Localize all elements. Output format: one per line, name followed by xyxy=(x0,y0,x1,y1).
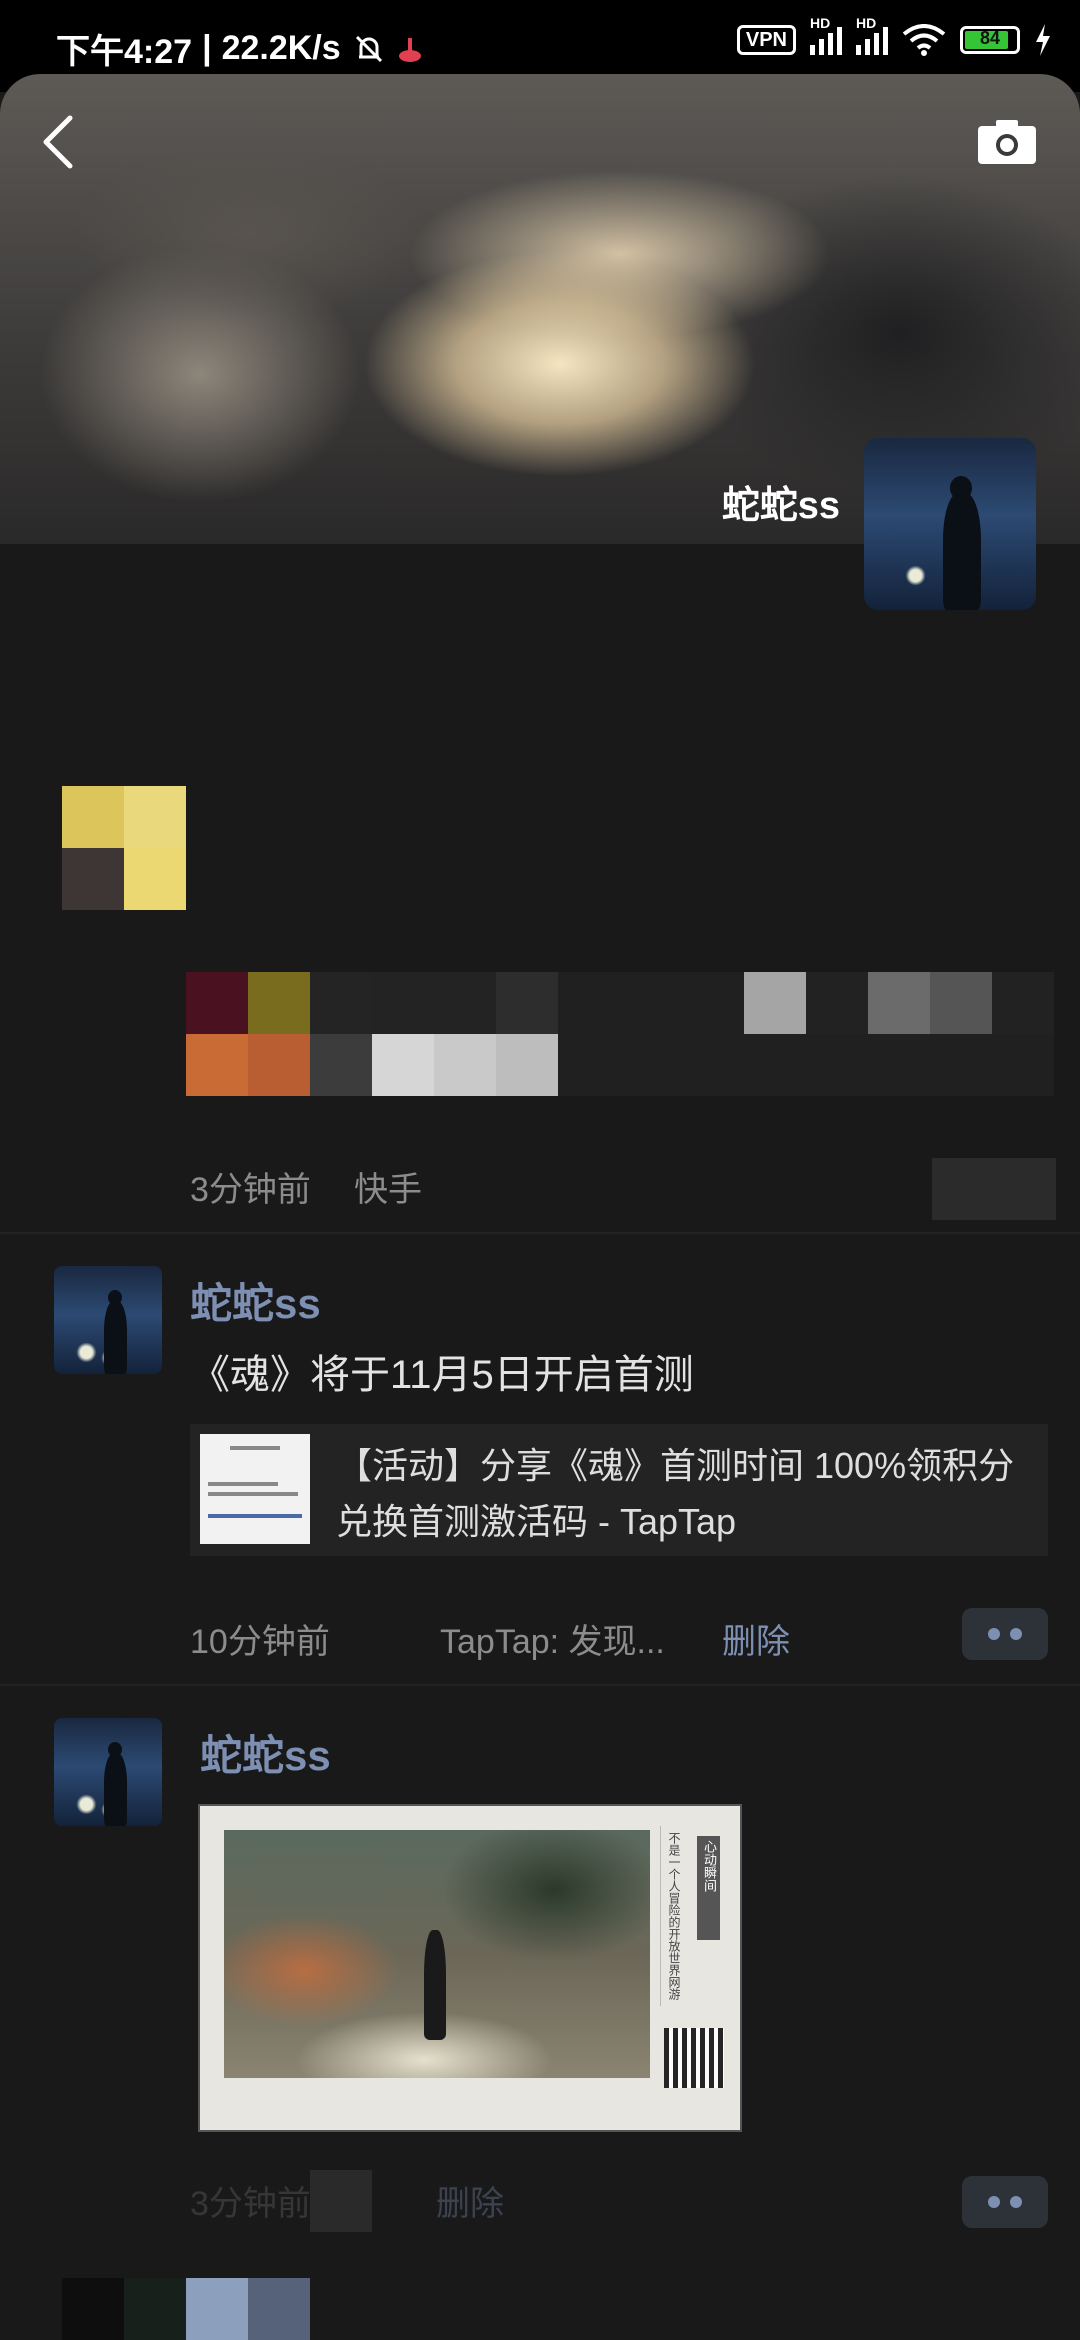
qr-code xyxy=(664,2028,724,2088)
hd-label-2: HD xyxy=(856,15,877,31)
status-separator: | xyxy=(202,29,212,67)
battery-level: 84 xyxy=(979,28,1001,48)
app-notification-icon xyxy=(398,37,421,62)
post-2-link-card[interactable]: 【活动】分享《魂》首测时间 100%领积分兑换首测激活码 - TapTap xyxy=(190,1424,1048,1556)
profile-avatar[interactable] xyxy=(864,438,1036,610)
link-thumbnail xyxy=(200,1434,310,1544)
blurred-meta-block xyxy=(310,2170,372,2232)
post-3-image[interactable]: 不是一个人冒险的开放世界网游 心动瞬间 xyxy=(200,1806,740,2130)
status-time: 下午4:27 xyxy=(56,33,193,71)
bell-muted-icon xyxy=(355,35,382,62)
game-screenshot xyxy=(224,1830,650,2078)
post-3-delete-button[interactable]: 删除 xyxy=(436,2176,504,2225)
post-2-avatar[interactable] xyxy=(54,1266,162,1374)
vpn-badge: VPN xyxy=(736,25,796,55)
more-dots-icon[interactable] xyxy=(962,1608,1048,1660)
hd-label: HD xyxy=(810,15,831,31)
post-2-time: 10分钟前 xyxy=(190,1623,330,1661)
post-1-time: 3分钟前 xyxy=(190,1171,311,1209)
post-avatar-blurred[interactable] xyxy=(62,786,186,910)
post-2-source[interactable]: TapTap: 发现... xyxy=(440,1614,665,1663)
charging-icon xyxy=(1036,24,1050,56)
blurred-action xyxy=(932,1158,1056,1220)
post-1-source[interactable]: 快手 xyxy=(354,1162,422,1211)
battery-icon: 84 xyxy=(960,26,1020,54)
game-tagline: 不是一个人冒险的开放世界网游 xyxy=(667,1832,681,2000)
back-arrow-icon[interactable] xyxy=(36,112,80,172)
game-side-label: 心动瞬间 xyxy=(697,1836,720,1940)
divider xyxy=(0,1684,1080,1686)
next-post-avatar-blurred[interactable] xyxy=(62,2278,310,2340)
wifi-icon xyxy=(902,24,946,56)
post-2-text: 《魂》将于11月5日开启首测 xyxy=(190,1353,694,1397)
link-title: 【活动】分享《魂》首测时间 100%领积分兑换首测激活码 - TapTap xyxy=(336,1445,1015,1542)
post-2-author[interactable]: 蛇蛇ss xyxy=(190,1270,321,1331)
more-dots-icon[interactable] xyxy=(962,2176,1048,2228)
post-2-delete-button[interactable]: 删除 xyxy=(722,1614,790,1663)
network-speed: 22.2K/s xyxy=(221,29,341,67)
divider xyxy=(0,1232,1080,1234)
post-3-avatar[interactable] xyxy=(54,1718,162,1826)
post-3-time: 3分钟前 xyxy=(190,2185,311,2223)
signal-icon-2: HD xyxy=(856,15,888,55)
game-poster-side: 不是一个人冒险的开放世界网游 心动瞬间 xyxy=(660,1826,731,2006)
signal-icon: HD xyxy=(810,15,842,55)
profile-name[interactable]: 蛇蛇ss xyxy=(722,474,840,529)
post-3-author[interactable]: 蛇蛇ss xyxy=(200,1722,331,1783)
blurred-content-row-2 xyxy=(186,1034,1056,1096)
blurred-content-row-1 xyxy=(186,972,1056,1034)
camera-icon[interactable] xyxy=(978,118,1036,164)
